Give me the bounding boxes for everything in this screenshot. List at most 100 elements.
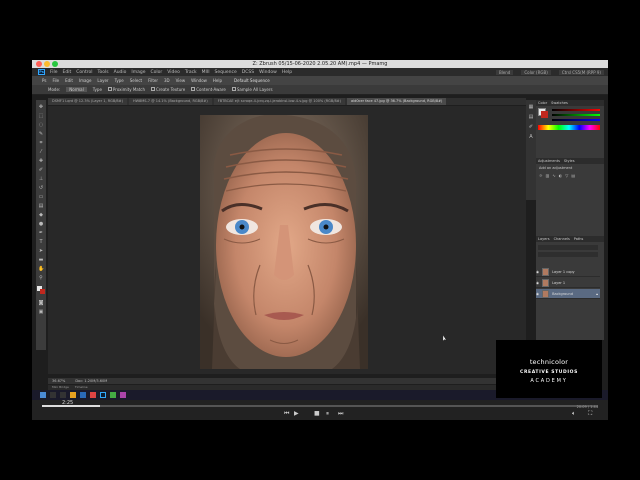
tab-styles[interactable]: Styles <box>564 158 575 164</box>
color-spectrum[interactable] <box>538 125 600 130</box>
ps-menu-item[interactable]: 3D <box>164 78 170 83</box>
crop-tool-icon[interactable]: ⌗ <box>38 140 44 146</box>
doc-tab-active[interactable]: aid0cer face 47.jpg @ 36.7% (Background,… <box>346 98 447 105</box>
pen-tool-icon[interactable]: ✒ <box>38 230 44 236</box>
menu-item[interactable]: File <box>50 70 58 75</box>
search-icon[interactable] <box>50 392 56 398</box>
color-mode-dropdown[interactable]: Color (RGB) <box>521 69 551 75</box>
play-icon[interactable]: ▶ <box>294 410 299 417</box>
stop-icon[interactable]: ■ <box>314 410 320 417</box>
tab-paths[interactable]: Paths <box>574 236 584 242</box>
ps-menu-item[interactable]: Edit <box>65 78 73 83</box>
green-slider[interactable] <box>552 114 600 116</box>
menu-item[interactable]: Image <box>131 70 145 75</box>
character-panel-icon[interactable]: A <box>528 134 534 140</box>
quick-select-tool-icon[interactable]: ✎ <box>38 131 44 137</box>
tab-color[interactable]: Color <box>538 100 547 106</box>
layer-row[interactable]: ◉ Layer 1 <box>536 278 600 288</box>
tab-adjustments[interactable]: Adjustments <box>538 158 560 164</box>
tab-channels[interactable]: Channels <box>554 236 570 242</box>
seek-bar[interactable] <box>42 405 598 407</box>
close-window-icon[interactable] <box>36 61 42 67</box>
zoom-tool-icon[interactable]: ⚲ <box>38 275 44 281</box>
app-icon[interactable] <box>90 392 96 398</box>
red-slider[interactable] <box>552 109 600 111</box>
next-icon[interactable]: ⏭ <box>338 410 343 418</box>
fullscreen-icon[interactable]: ⛶ <box>588 410 592 418</box>
volume-icon[interactable]: 🔈︎ <box>572 410 576 418</box>
screen-mode-icon[interactable]: ▣ <box>38 309 44 315</box>
maximize-window-icon[interactable] <box>52 61 58 67</box>
ps-menu-item[interactable]: Window <box>191 78 207 83</box>
option-mode-select[interactable]: Normal <box>66 87 87 92</box>
eyedropper-tool-icon[interactable]: ⁄ <box>38 149 44 155</box>
tab-layers[interactable]: Layers <box>538 236 550 242</box>
move-tool-icon[interactable]: ✥ <box>38 104 44 110</box>
ps-menu-item[interactable]: Ps <box>42 78 46 83</box>
eye-icon[interactable]: ◉ <box>536 270 539 274</box>
ps-menu-item[interactable]: Filter <box>148 78 158 83</box>
hue-icon[interactable]: ▤ <box>571 173 575 185</box>
option-content-aware[interactable]: Content-Aware <box>191 87 226 92</box>
edge-icon[interactable] <box>80 392 86 398</box>
menu-item[interactable]: Control <box>76 70 92 75</box>
background-color-swatch[interactable] <box>40 289 45 294</box>
ps-menu-item[interactable]: File <box>52 78 59 83</box>
ps-menu-item[interactable]: View <box>176 78 186 83</box>
history-panel-icon[interactable]: ▦ <box>528 104 534 110</box>
workspace-dropdown[interactable]: Ctrsl CS5(M (RPP 9) <box>558 69 604 75</box>
dodge-tool-icon[interactable]: ● <box>38 221 44 227</box>
menu-item[interactable]: DCSS <box>242 70 254 75</box>
lasso-tool-icon[interactable]: ◌ <box>38 122 44 128</box>
healing-brush-tool-icon[interactable]: ✚ <box>38 158 44 164</box>
explorer-icon[interactable] <box>70 392 76 398</box>
marquee-tool-icon[interactable]: ⬚ <box>38 113 44 119</box>
prev-icon[interactable]: ⏮ <box>284 410 289 418</box>
path-select-tool-icon[interactable]: ➤ <box>38 248 44 254</box>
eraser-tool-icon[interactable]: ▭ <box>38 194 44 200</box>
menu-item[interactable]: Color <box>151 70 163 75</box>
ps-menu-item[interactable]: Type <box>115 78 124 83</box>
history-brush-tool-icon[interactable]: ↺ <box>38 185 44 191</box>
eye-icon[interactable]: ◉ <box>536 281 539 285</box>
levels-icon[interactable]: ▥ <box>546 173 550 185</box>
option-create-texture[interactable]: Create Texture <box>151 87 185 92</box>
doc-tab[interactable]: DSMF1 Lqrd @ 12.3% (Layer 1, RGB/8#) <box>48 98 127 105</box>
ps-menu-item[interactable]: Layer <box>97 78 108 83</box>
menu-item[interactable]: Audio <box>114 70 127 75</box>
curves-icon[interactable]: ∿ <box>552 173 555 185</box>
menu-item[interactable]: Sequence <box>215 70 237 75</box>
doc-tab[interactable]: FBTBCAE e(t scroqe-4-jcrq-zq-i-jeroblnsl… <box>213 98 345 105</box>
menu-item[interactable]: Track <box>185 70 197 75</box>
blend-dropdown[interactable]: Blend <box>495 69 514 75</box>
brush-panel-icon[interactable]: ✐ <box>528 124 534 130</box>
quick-mask-icon[interactable]: ◙ <box>38 300 44 306</box>
eye-icon[interactable]: ◉ <box>536 292 539 296</box>
shape-tool-icon[interactable]: ▬ <box>38 257 44 263</box>
menu-item[interactable]: MIII <box>202 70 210 75</box>
minimize-window-icon[interactable] <box>44 61 50 67</box>
task-view-icon[interactable] <box>60 392 66 398</box>
menu-item[interactable]: Help <box>282 70 292 75</box>
windows-start-icon[interactable] <box>40 392 46 398</box>
option-proximity-match[interactable]: Proximity Match <box>107 87 145 92</box>
blur-tool-icon[interactable]: ◆ <box>38 212 44 218</box>
document-canvas[interactable] <box>48 106 526 374</box>
app-icon[interactable] <box>110 392 116 398</box>
zoom-level[interactable]: 36.67% <box>52 378 65 384</box>
blue-slider[interactable] <box>552 119 600 121</box>
ps-menu-item[interactable]: Help <box>213 78 222 83</box>
menu-item[interactable]: Video <box>167 70 180 75</box>
hand-tool-icon[interactable]: ✋ <box>38 266 44 272</box>
brush-tool-icon[interactable]: ✐ <box>38 167 44 173</box>
app-icon[interactable] <box>120 392 126 398</box>
properties-panel-icon[interactable]: ▤ <box>528 114 534 120</box>
layer-row-selected[interactable]: ◉ Background 🔒︎ <box>536 289 600 299</box>
menu-item[interactable]: Edit <box>63 70 72 75</box>
clone-stamp-tool-icon[interactable]: ⊥ <box>38 176 44 182</box>
pause-icon[interactable]: ⏸ <box>326 410 329 418</box>
color-bg-swatch[interactable] <box>541 111 548 118</box>
gradient-tool-icon[interactable]: ▤ <box>38 203 44 209</box>
type-tool-icon[interactable]: T <box>38 239 44 245</box>
exposure-icon[interactable]: ◐ <box>559 173 563 185</box>
